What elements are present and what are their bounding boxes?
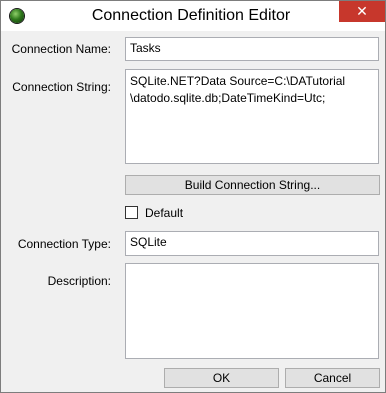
default-checkbox[interactable] [125,206,138,219]
cancel-label: Cancel [313,371,352,385]
connection-type-input[interactable]: SQLite [125,231,379,256]
cancel-button[interactable]: Cancel [285,368,380,388]
default-checkbox-label: Default [145,206,184,220]
description-input[interactable] [125,263,379,359]
connection-type-label: Connection Type: [17,237,111,251]
connection-type-value: SQLite [130,235,167,249]
close-button[interactable]: ✕ [339,1,385,22]
ok-button[interactable]: OK [164,368,279,388]
close-icon: ✕ [356,3,368,20]
connection-name-input[interactable]: Tasks [125,37,379,61]
connection-string-line-2: \datodo.sqlite.db;DateTimeKind=Utc; [130,91,326,105]
connection-string-label: Connection String: [12,80,111,94]
ok-label: OK [212,371,231,385]
title-bar[interactable]: Connection Definition Editor ✕ [1,1,385,31]
window-title: Connection Definition Editor [91,7,291,24]
build-connection-string-label: Build Connection String... [184,178,321,192]
description-label: Description: [47,274,111,288]
connection-name-label: Connection Name: [11,42,111,56]
green-globe-icon [10,9,24,23]
connection-string-input[interactable]: SQLite.NET?Data Source=C:\DATutorial \da… [125,69,379,164]
connection-name-value: Tasks [130,41,161,55]
connection-string-line-1: SQLite.NET?Data Source=C:\DATutorial [130,74,346,88]
build-connection-string-button[interactable]: Build Connection String... [125,175,380,195]
dialog-window: Connection Definition Editor ✕ Connectio… [0,0,386,393]
